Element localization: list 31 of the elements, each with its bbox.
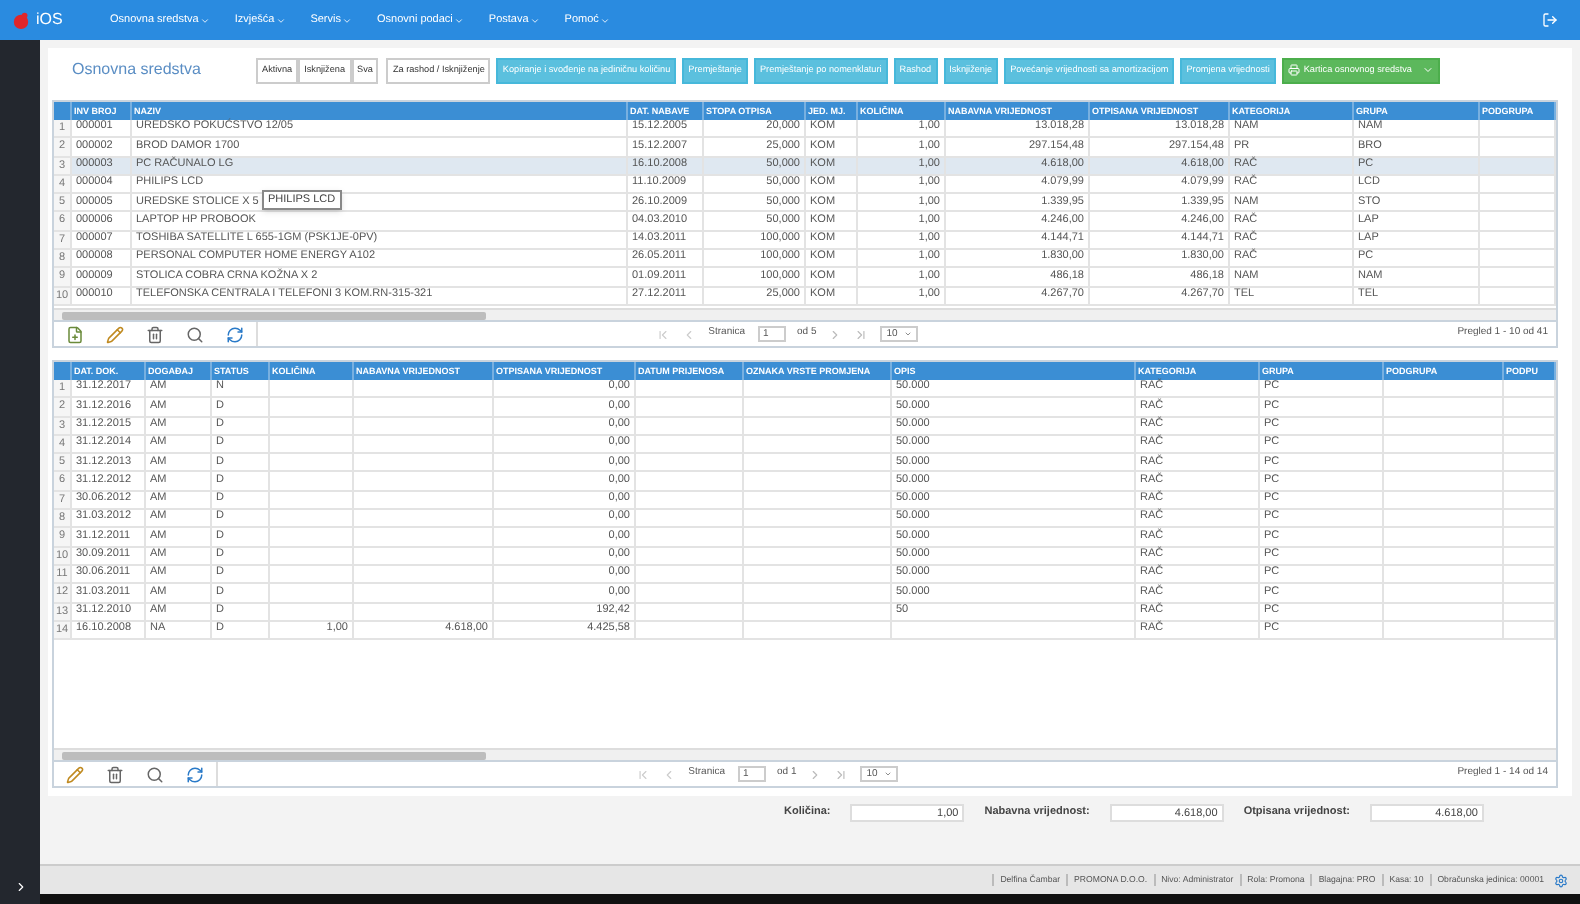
next-page-icon[interactable] xyxy=(828,327,843,341)
last-page-icon[interactable] xyxy=(834,767,849,781)
last-page-icon[interactable] xyxy=(854,327,869,341)
scrollbar[interactable] xyxy=(54,748,1556,760)
trash-icon[interactable] xyxy=(106,765,124,783)
page-title: Osnovna sredstva xyxy=(72,58,203,82)
next-page-icon[interactable] xyxy=(808,767,823,781)
caret-icon xyxy=(454,15,465,25)
caret-icon xyxy=(200,15,211,25)
search-icon[interactable] xyxy=(186,325,204,343)
previous-page-icon[interactable] xyxy=(682,327,697,341)
caret-icon[interactable] xyxy=(1421,64,1434,76)
pencil-icon[interactable] xyxy=(66,765,84,783)
settings-icon[interactable] xyxy=(1554,873,1568,887)
pencil-icon[interactable] xyxy=(106,325,124,343)
logo-text: iOS xyxy=(36,8,63,32)
search-icon[interactable] xyxy=(146,765,164,783)
logout-icon[interactable] xyxy=(1542,12,1558,28)
logo-icon xyxy=(12,11,30,29)
refresh-icon[interactable] xyxy=(226,325,244,343)
refresh-icon[interactable] xyxy=(186,765,204,783)
expand-icon[interactable] xyxy=(13,880,27,894)
caret-icon xyxy=(600,15,611,25)
previous-page-icon[interactable] xyxy=(662,767,677,781)
new-document-icon[interactable] xyxy=(66,325,84,343)
trash-icon[interactable] xyxy=(146,325,164,343)
scrollbar[interactable] xyxy=(54,308,1556,320)
caret-icon xyxy=(276,15,287,25)
printer-icon xyxy=(1287,64,1300,76)
caret-icon xyxy=(342,15,353,25)
caret-icon xyxy=(530,15,541,25)
